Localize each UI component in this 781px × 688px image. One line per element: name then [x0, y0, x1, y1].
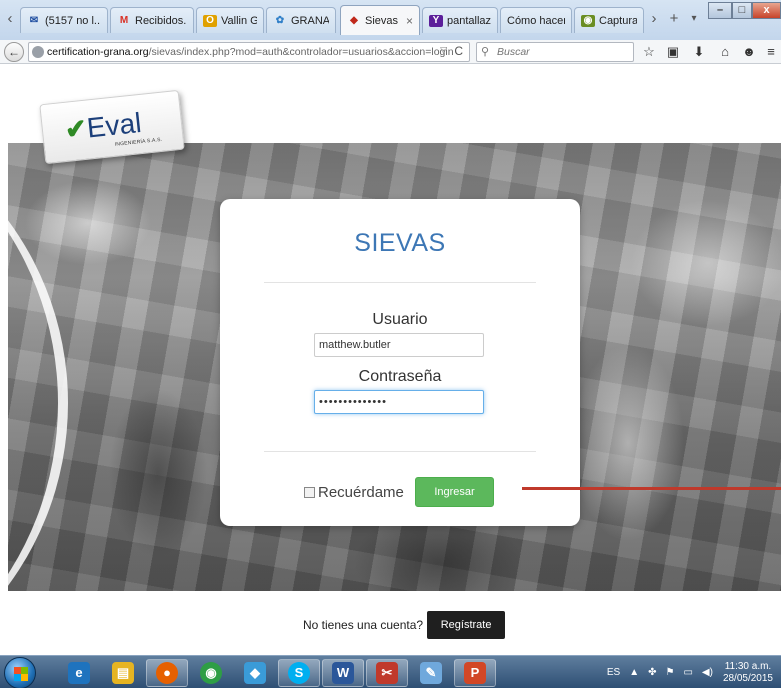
- password-label: Contraseña: [358, 368, 442, 385]
- home-icon[interactable]: ⌂: [716, 43, 734, 61]
- reload-icon[interactable]: C: [454, 44, 463, 58]
- tab-list-chevron-down-icon[interactable]: ▾: [684, 9, 704, 29]
- new-tab-icon[interactable]: +: [664, 9, 684, 29]
- windows-logo-icon-lower: [14, 674, 28, 681]
- menu-icon[interactable]: ≡: [762, 43, 780, 61]
- address-url: certification-grana.org/sievas/index.php…: [47, 46, 454, 58]
- tab-label: Vallin Go...: [221, 14, 257, 27]
- gear-icon: ✿: [275, 15, 285, 26]
- annotation-arrow-line: [522, 487, 781, 490]
- scroll-tabs-right-icon[interactable]: ›: [646, 8, 662, 30]
- skype-icon[interactable]: S: [278, 659, 320, 687]
- reading-list-icon[interactable]: ▣: [664, 43, 682, 61]
- login-title: SIEVAS: [354, 229, 446, 257]
- show-hidden-icons-icon[interactable]: ▲: [629, 667, 639, 678]
- paint-icon[interactable]: ✎: [410, 659, 452, 687]
- tab-label: (5157 no l...: [45, 14, 101, 27]
- powerpoint-icon[interactable]: P: [454, 659, 496, 687]
- chat-icon[interactable]: ☻: [740, 43, 758, 61]
- search-bar[interactable]: ⚲: [476, 42, 634, 62]
- browser-navbar: ← certification-grana.org/sievas/index.p…: [0, 40, 781, 64]
- tab-gmail[interactable]: M Recibidos...: [110, 7, 194, 33]
- ie-icon[interactable]: e: [58, 659, 100, 687]
- tab-grana[interactable]: ✿ GRANA: [266, 7, 336, 33]
- scroll-tabs-left-icon[interactable]: ‹: [2, 8, 18, 30]
- close-icon[interactable]: ×: [406, 14, 413, 28]
- yahoo-icon: Y: [429, 14, 443, 27]
- clock[interactable]: 11:30 a.m. 28/05/2015: [723, 661, 773, 685]
- login-card: SIEVAS Usuario Contraseña Recuérdame Ing…: [220, 199, 580, 526]
- register-button[interactable]: Regístrate: [427, 611, 506, 639]
- maximize-button[interactable]: □: [732, 2, 752, 19]
- people-icon[interactable]: ◆: [234, 659, 276, 687]
- language-indicator[interactable]: ES: [607, 667, 620, 678]
- word-icon[interactable]: W: [322, 659, 364, 687]
- action-center-flag-icon[interactable]: ⚑: [665, 667, 674, 678]
- checkbox-icon[interactable]: [304, 487, 315, 498]
- url-path: /sievas/index.php?mod=auth&controlador=u…: [148, 46, 454, 58]
- tab-mail[interactable]: ✉ (5157 no l...: [20, 7, 108, 33]
- bookmark-star-icon[interactable]: ☆: [640, 43, 658, 61]
- back-button[interactable]: ←: [4, 42, 24, 62]
- tab-como-hacer[interactable]: Cómo hacer ...: [500, 7, 572, 33]
- remember-me-label: Recuérdame: [318, 484, 404, 501]
- minimize-button[interactable]: –: [708, 2, 732, 19]
- clock-date: 28/05/2015: [722, 672, 773, 684]
- capture-icon: ◉: [581, 14, 595, 27]
- history-dropdown-icon[interactable]: ▽: [440, 45, 447, 56]
- checkmark-icon: ✔: [63, 112, 89, 145]
- divider: [264, 282, 536, 283]
- tab-sievas[interactable]: ◆ Sievas ×: [340, 5, 420, 35]
- url-host: certification-grana.org: [47, 46, 149, 58]
- tab-yahoo[interactable]: Y pantallaz...: [422, 7, 498, 33]
- address-bar[interactable]: certification-grana.org/sievas/index.php…: [28, 42, 470, 62]
- tab-label: Cómo hacer ...: [507, 14, 565, 27]
- page-content: ✔ Eval INGENIERÍA S.A.S. SIEVAS Usuario …: [0, 65, 781, 655]
- username-field[interactable]: [314, 333, 484, 357]
- remember-me-checkbox[interactable]: Recuérdame: [304, 484, 404, 501]
- windows-taskbar: e ▤ ● ◉ ◆ S W ✂ ✎ P ES ▲ ✤ ⚑ ▭ ◀) 11:30 …: [0, 655, 781, 688]
- tab-label: Sievas: [365, 14, 398, 27]
- hero-curve: [8, 143, 68, 591]
- network-icon[interactable]: ▭: [683, 667, 692, 678]
- close-window-button[interactable]: x: [752, 2, 781, 19]
- mail-icon: ✉: [29, 15, 39, 26]
- firefox-icon[interactable]: ●: [146, 659, 188, 687]
- tab-label: Capturar ...: [599, 14, 637, 27]
- explorer-icon[interactable]: ▤: [102, 659, 144, 687]
- start-button[interactable]: [4, 657, 36, 688]
- search-input[interactable]: [497, 45, 627, 59]
- tab-label: GRANA: [291, 14, 329, 27]
- outlook-icon: O: [203, 14, 217, 27]
- volume-icon[interactable]: ◀): [702, 667, 713, 678]
- clock-time: 11:30 a.m.: [724, 660, 772, 672]
- signup-prompt: No tienes una cuenta?: [303, 618, 424, 632]
- network-sharing-icon[interactable]: ✤: [648, 667, 656, 678]
- site-identity-icon[interactable]: [32, 46, 44, 58]
- tab-label: pantallaz...: [447, 14, 491, 27]
- username-label: Usuario: [372, 311, 428, 328]
- tab-capturar[interactable]: ◉ Capturar ...: [574, 7, 644, 33]
- divider: [264, 451, 536, 452]
- system-tray: ES ▲ ✤ ⚑ ▭ ◀) 11:30 a.m. 28/05/2015: [598, 656, 781, 688]
- chrome-icon[interactable]: ◉: [190, 659, 232, 687]
- snip-icon[interactable]: ✂: [366, 659, 408, 687]
- browser-tabstrip: ‹ ✉ (5157 no l... M Recibidos... O Valli…: [0, 0, 781, 40]
- tab-outlook[interactable]: O Vallin Go...: [196, 7, 264, 33]
- tab-label: Recibidos...: [135, 14, 187, 27]
- search-icon: ⚲: [481, 46, 490, 58]
- gmail-icon: M: [119, 15, 129, 26]
- sievas-icon: ◆: [350, 15, 358, 26]
- signup-row: No tienes una cuenta? Regístrate: [303, 611, 506, 639]
- downloads-icon[interactable]: ⬇: [690, 43, 708, 61]
- login-button[interactable]: Ingresar: [415, 477, 494, 507]
- password-field[interactable]: [314, 390, 484, 414]
